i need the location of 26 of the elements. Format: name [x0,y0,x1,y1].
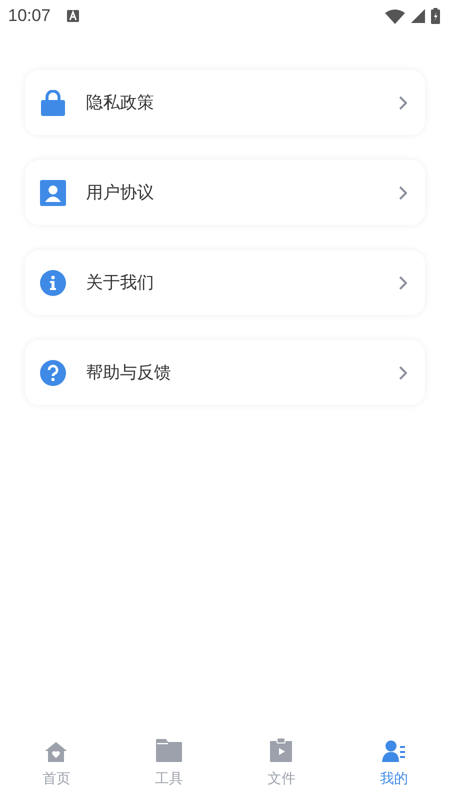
wifi-icon [385,8,405,24]
menu-item[interactable]: 隐私政策 [25,70,425,135]
contact-card-icon [40,180,66,206]
lock-icon [41,90,65,116]
menu-item[interactable]: 帮助与反馈 [25,340,425,405]
home-icon [45,742,68,762]
menu-label: 帮助与反馈 [86,362,172,384]
help-icon [40,360,66,386]
chevron-icon [399,186,407,200]
menu-label: 关于我们 [86,272,155,294]
menu-item[interactable]: 用户协议 [25,160,425,225]
battery-icon [431,8,440,24]
info-icon [40,270,66,296]
menu-label: 用户协议 [86,182,155,204]
menu-label: 隐私政策 [86,92,155,114]
folder-icon [156,739,182,762]
tab-button[interactable]: 我的 [338,723,450,801]
signal-icon [411,9,425,23]
chevron-icon [399,366,407,380]
keyboard-icon [66,10,79,22]
clipboard-play-icon [270,738,292,762]
chevron-icon [399,96,407,110]
menu-item[interactable]: 关于我们 [25,250,425,315]
chevron-icon [399,276,407,290]
clock: 10:07 [8,6,51,26]
person-list-icon [382,740,406,762]
